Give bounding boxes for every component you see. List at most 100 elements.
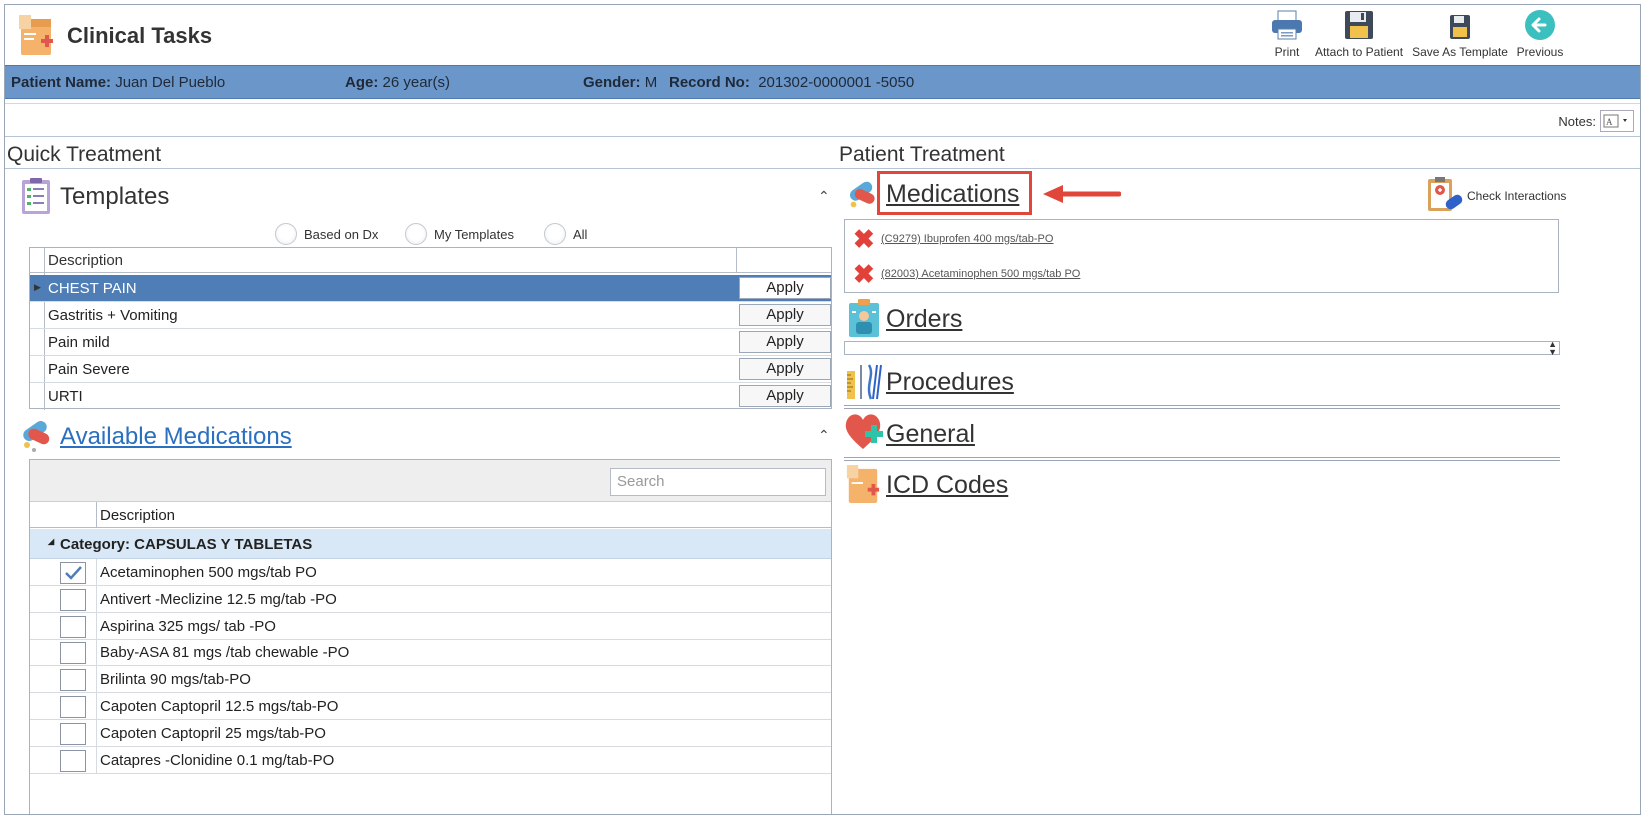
medication-checkbox[interactable] (60, 722, 86, 745)
apply-button[interactable]: Apply (739, 385, 831, 407)
medication-row[interactable]: Capoten Captopril 25 mgs/tab-PO (30, 719, 831, 747)
icd-codes-icon (846, 465, 880, 503)
section-divider (5, 168, 1640, 169)
apply-button[interactable]: Apply (739, 304, 831, 326)
medication-row[interactable]: Acetaminophen 500 mgs/tab PO (30, 559, 831, 586)
template-row[interactable]: Pain Severe Apply (30, 356, 831, 383)
medication-checkbox[interactable] (60, 669, 86, 692)
filter-all[interactable]: All (544, 223, 587, 245)
medication-row[interactable]: Antivert -Meclizine 12.5 mg/tab -PO (30, 585, 831, 613)
available-medications-link[interactable]: Available Medications (60, 423, 292, 451)
patient-age: Age: 26 year(s) (345, 74, 451, 91)
medication-row[interactable]: Aspirina 325 mgs/ tab -PO (30, 612, 831, 640)
available-collapse-icon[interactable]: ⌃ (818, 427, 830, 444)
prescribed-medications-list: ✖ (C9279) Ibuprofen 400 mgs/tab-PO ✖ (82… (844, 219, 1559, 293)
save-as-template-button[interactable]: Save As Template (1411, 9, 1509, 59)
template-row[interactable]: URTI Apply (30, 383, 831, 410)
column-description: Description (48, 252, 124, 269)
printer-icon (1272, 10, 1302, 40)
medication-label: Catapres -Clonidine 0.1 mg/tab-PO (100, 751, 335, 769)
back-arrow-icon (1525, 10, 1555, 40)
remove-x-icon[interactable]: ✖ (853, 261, 875, 287)
collapse-triangle-icon: ◢ (48, 537, 55, 546)
medication-row[interactable]: Baby-ASA 81 mgs /tab chewable -PO (30, 639, 831, 667)
notes-bar: Notes: A (5, 103, 1640, 137)
procedures-icon (847, 364, 882, 400)
previous-label: Previous (1516, 45, 1564, 59)
template-row[interactable]: Pain mild Apply (30, 329, 831, 356)
notes-dropdown[interactable]: A (1600, 110, 1634, 132)
clinical-tasks-icon (17, 13, 55, 57)
medication-label: Brilinta 90 mgs/tab-PO (100, 671, 251, 689)
checkmark-icon (65, 566, 82, 580)
medication-checkbox[interactable] (60, 615, 86, 638)
floppy-disk-icon (1345, 11, 1373, 39)
procedures-title[interactable]: Procedures (886, 368, 1014, 397)
search-input[interactable]: Search (610, 468, 826, 496)
radio-icon (275, 223, 297, 245)
medication-checkbox[interactable] (60, 642, 86, 665)
remove-x-icon[interactable]: ✖ (853, 226, 875, 252)
orders-title[interactable]: Orders (886, 305, 962, 334)
general-title[interactable]: General (886, 420, 975, 449)
clinical-tasks-window: Clinical Tasks Print Attach to Patient S… (4, 4, 1641, 815)
templates-collapse-icon[interactable]: ⌃ (818, 188, 830, 205)
previous-button[interactable]: Previous (1511, 9, 1569, 59)
filter-my-templates[interactable]: My Templates (405, 223, 514, 245)
spinner-icon[interactable]: ▲ ▼ (1548, 340, 1557, 357)
check-interactions-icon (1428, 177, 1463, 211)
patient-gender: Gender: M (583, 74, 658, 91)
medication-label: Capoten Captopril 12.5 mgs/tab-PO (100, 698, 339, 715)
medications-grid-header: Description (30, 502, 831, 528)
save-template-label: Save As Template (1412, 45, 1508, 59)
notes-icon: A (1603, 114, 1627, 128)
heart-plus-icon (845, 414, 883, 449)
apply-button[interactable]: Apply (739, 277, 831, 299)
medication-label: Baby-ASA 81 mgs /tab chewable -PO (100, 644, 350, 662)
medication-label: Antivert -Meclizine 12.5 mg/tab -PO (100, 590, 337, 608)
prescribed-medication-item[interactable]: (C9279) Ibuprofen 400 mgs/tab-PO (881, 233, 1053, 245)
template-row[interactable]: ▶ CHEST PAIN Apply (30, 275, 831, 302)
apply-button[interactable]: Apply (739, 331, 831, 353)
icd-codes-title[interactable]: ICD Codes (886, 471, 1008, 500)
row-indicator-icon: ▶ (34, 282, 41, 292)
available-medications-grid: Search Description ◢ Category: CAPSULAS … (29, 459, 832, 814)
medication-checkbox[interactable] (60, 562, 86, 584)
pills-icon (23, 420, 50, 452)
radio-icon (405, 223, 427, 245)
svg-text:A: A (1606, 117, 1613, 127)
print-label: Print (1274, 45, 1300, 59)
category-group-row[interactable]: ◢ Category: CAPSULAS Y TABLETAS (30, 529, 831, 559)
orders-icon (849, 299, 879, 337)
print-button[interactable]: Print (1267, 9, 1307, 59)
section-divider (844, 457, 1560, 461)
medication-checkbox[interactable] (60, 588, 86, 611)
medication-row[interactable]: Capoten Captopril 12.5 mgs/tab-PO (30, 693, 831, 720)
attach-to-patient-button[interactable]: Attach to Patient (1313, 9, 1405, 59)
patient-name: Patient Name: Juan Del Pueblo (11, 74, 226, 91)
clipboard-icon (22, 178, 50, 214)
red-arrow-icon (1043, 185, 1121, 203)
prescribed-medication-item[interactable]: (82003) Acetaminophen 500 mgs/tab PO (881, 268, 1080, 280)
medication-checkbox[interactable] (60, 696, 86, 718)
notes-label: Notes: (1558, 114, 1596, 129)
radio-icon (544, 223, 566, 245)
apply-button[interactable]: Apply (739, 358, 831, 380)
medication-label: Aspirina 325 mgs/ tab -PO (100, 617, 276, 635)
templates-grid: Description ▶ CHEST PAIN Apply Gastritis… (29, 247, 832, 410)
column-description: Description (100, 507, 176, 524)
medications-title[interactable]: Medications (886, 180, 1019, 209)
quick-treatment-title: Quick Treatment (7, 143, 162, 166)
orders-list: ▲ ▼ (844, 340, 1560, 357)
filter-based-on-dx[interactable]: Based on Dx (275, 223, 378, 245)
check-interactions-button[interactable]: Check Interactions (1425, 175, 1566, 215)
template-row[interactable]: Gastritis + Vomiting Apply (30, 302, 831, 329)
templates-title: Templates (60, 183, 170, 210)
app-title: Clinical Tasks (67, 23, 213, 48)
medication-label: Acetaminophen 500 mgs/tab PO (100, 564, 317, 581)
header: Clinical Tasks Print Attach to Patient S… (5, 5, 1640, 67)
medication-row[interactable]: Catapres -Clonidine 0.1 mg/tab-PO (30, 746, 831, 774)
medication-row[interactable]: Brilinta 90 mgs/tab-PO (30, 666, 831, 694)
medication-checkbox[interactable] (60, 749, 86, 772)
patient-record: Record No: 201302-0000001 -5050 (669, 74, 915, 91)
